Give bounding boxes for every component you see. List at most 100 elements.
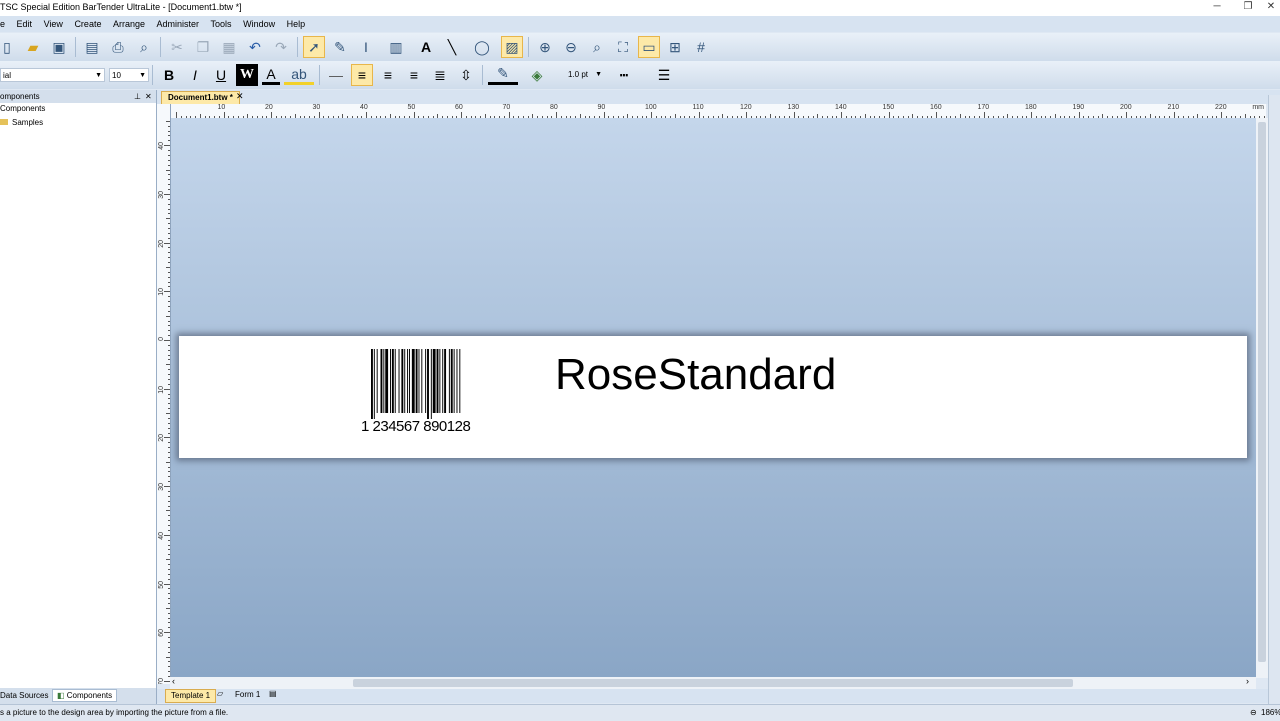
scroll-right-icon[interactable]: › bbox=[1246, 676, 1249, 686]
tree-root[interactable]: Components bbox=[0, 104, 45, 113]
add-template-icon[interactable]: ▱ bbox=[217, 689, 223, 698]
vertical-align-icon[interactable]: ⇳ bbox=[455, 64, 477, 86]
page-setup-icon[interactable]: ▤ bbox=[81, 36, 103, 58]
zoom-level: 186% bbox=[1261, 708, 1280, 717]
snap-icon[interactable]: ⊞ bbox=[664, 36, 686, 58]
ruler-tick bbox=[168, 622, 170, 624]
menu-view[interactable]: View bbox=[40, 16, 68, 32]
label-template[interactable]: 1 234567 890128 RoseStandard bbox=[179, 336, 1247, 458]
tree-item-samples[interactable]: Samples bbox=[0, 118, 43, 127]
wordart-button[interactable]: W bbox=[236, 64, 258, 86]
line-color-icon[interactable]: ✎ bbox=[488, 65, 518, 85]
print-icon[interactable]: ⎙ bbox=[107, 36, 129, 58]
ruler-tick bbox=[168, 539, 170, 541]
fit-to-window-icon[interactable]: ⛶ bbox=[612, 36, 634, 58]
barcode-bar bbox=[411, 349, 415, 413]
zoom-page-icon[interactable]: ⌕ bbox=[586, 36, 608, 58]
justify-icon[interactable]: ≣ bbox=[429, 64, 451, 86]
underline-button[interactable]: U bbox=[210, 64, 232, 86]
vertical-scroll-thumb[interactable] bbox=[1258, 122, 1266, 662]
tab-data-sources[interactable]: Data Sources bbox=[0, 691, 48, 700]
minimize-button[interactable]: ─ bbox=[1202, 0, 1232, 16]
vertical-scrollbar[interactable] bbox=[1256, 118, 1268, 678]
ruler-tick bbox=[166, 461, 170, 463]
menu-create[interactable]: Create bbox=[70, 16, 106, 32]
ruler-label: 50 bbox=[158, 580, 165, 589]
menu-tools[interactable]: Tools bbox=[207, 16, 237, 32]
open-folder-icon[interactable]: ▰ bbox=[22, 36, 44, 58]
line-style-icon[interactable]: — bbox=[325, 64, 347, 86]
close-button[interactable]: ✕ bbox=[1262, 0, 1280, 16]
ruler-tick bbox=[168, 374, 170, 376]
cut-icon[interactable]: ✂ bbox=[166, 36, 188, 58]
barcode-bar bbox=[404, 349, 406, 413]
zoom-out-icon[interactable]: ⊖ bbox=[560, 36, 582, 58]
align-center-icon[interactable]: ≡ bbox=[377, 64, 399, 86]
fill-color-icon[interactable]: ◈ bbox=[522, 64, 552, 86]
highlight-icon[interactable]: ab bbox=[284, 66, 314, 85]
title-bar: TSC Special Edition BarTender UltraLite … bbox=[0, 0, 1280, 16]
components-panel: omponents ⊥ ✕ Components Samples Data So… bbox=[0, 90, 157, 704]
align-left-icon[interactable]: ≡ bbox=[351, 64, 373, 86]
copy-icon[interactable]: ❐ bbox=[192, 36, 214, 58]
barcode-bar bbox=[436, 349, 439, 413]
text-tool-icon[interactable]: A bbox=[415, 36, 437, 58]
format-painter-icon[interactable]: ✎ bbox=[329, 36, 351, 58]
label-text-object[interactable]: RoseStandard bbox=[555, 350, 836, 400]
ruler-label: 170 bbox=[977, 104, 990, 111]
select-pointer-icon[interactable]: ➚ bbox=[303, 36, 325, 58]
undo-icon[interactable]: ↶ bbox=[244, 36, 266, 58]
grid-icon[interactable]: # bbox=[690, 36, 712, 58]
close-icon[interactable]: ✕ bbox=[145, 90, 152, 103]
tab-form-1[interactable]: Form 1 bbox=[235, 690, 260, 699]
menu-window[interactable]: Window bbox=[239, 16, 280, 32]
close-document-icon[interactable]: ✕ bbox=[236, 91, 244, 102]
ruler-tick bbox=[166, 120, 170, 122]
picture-tool-icon[interactable]: ▨ bbox=[501, 36, 523, 58]
tab-template-1[interactable]: Template 1 bbox=[165, 689, 217, 703]
italic-button[interactable]: I bbox=[184, 64, 206, 86]
barcode-bar bbox=[453, 349, 455, 413]
save-icon[interactable]: ▣ bbox=[48, 36, 70, 58]
line-tool-icon[interactable]: ╲ bbox=[441, 36, 463, 58]
tab-components[interactable]: ◧ Components bbox=[52, 689, 118, 702]
ruler-toggle-icon[interactable]: ▭ bbox=[638, 36, 660, 58]
design-canvas[interactable]: 1 234567 890128 RoseStandard bbox=[171, 118, 1256, 678]
line-width-combo[interactable]: 1.0 pt ▼ bbox=[554, 68, 604, 82]
print-preview-icon[interactable]: ⌕ bbox=[133, 36, 155, 58]
menu-edit[interactable]: Edit bbox=[13, 16, 38, 32]
barcode-tool-icon[interactable]: ▥ bbox=[381, 36, 411, 58]
font-color-icon[interactable]: A bbox=[262, 66, 280, 85]
zoom-icon[interactable]: ⊖ bbox=[1250, 705, 1257, 721]
horizontal-scrollbar[interactable]: ‹ › bbox=[170, 676, 1256, 689]
zoom-in-icon[interactable]: ⊕ bbox=[534, 36, 556, 58]
new-document-icon[interactable]: ▯ bbox=[0, 36, 18, 58]
ruler-tick bbox=[168, 262, 170, 264]
redo-icon[interactable]: ↷ bbox=[270, 36, 292, 58]
ruler-tick bbox=[168, 641, 170, 643]
menu-file[interactable]: e bbox=[0, 16, 10, 32]
ruler-tick bbox=[168, 403, 170, 405]
bold-button[interactable]: B bbox=[158, 64, 180, 86]
barcode-object[interactable] bbox=[371, 349, 487, 419]
ruler-tick bbox=[168, 432, 170, 434]
font-name-combo[interactable]: ial ▼ bbox=[0, 68, 105, 82]
menu-administer[interactable]: Administer bbox=[153, 16, 205, 32]
dash-style-icon[interactable]: ┅ bbox=[606, 64, 642, 86]
add-form-icon[interactable]: ▤ bbox=[269, 689, 277, 698]
ruler-tick bbox=[166, 169, 170, 171]
text-cursor-icon[interactable]: Ι bbox=[355, 36, 377, 58]
shape-tool-icon[interactable]: ◯ bbox=[467, 36, 497, 58]
scroll-left-icon[interactable]: ‹ bbox=[172, 676, 175, 686]
paste-icon[interactable]: ▦ bbox=[218, 36, 240, 58]
pin-icon[interactable]: ⊥ bbox=[134, 90, 141, 103]
menu-arrange[interactable]: Arrange bbox=[109, 16, 150, 32]
maximize-button[interactable]: ❐ bbox=[1233, 0, 1263, 16]
horizontal-scroll-thumb[interactable] bbox=[353, 679, 1073, 687]
align-right-icon[interactable]: ≡ bbox=[403, 64, 425, 86]
font-size-combo[interactable]: 10 ▼ bbox=[109, 68, 149, 82]
menu-help[interactable]: Help bbox=[283, 16, 311, 32]
ruler-label: 20 bbox=[158, 434, 165, 443]
barcode-bar bbox=[391, 349, 394, 413]
line-ends-icon[interactable]: ☰ bbox=[646, 64, 682, 86]
